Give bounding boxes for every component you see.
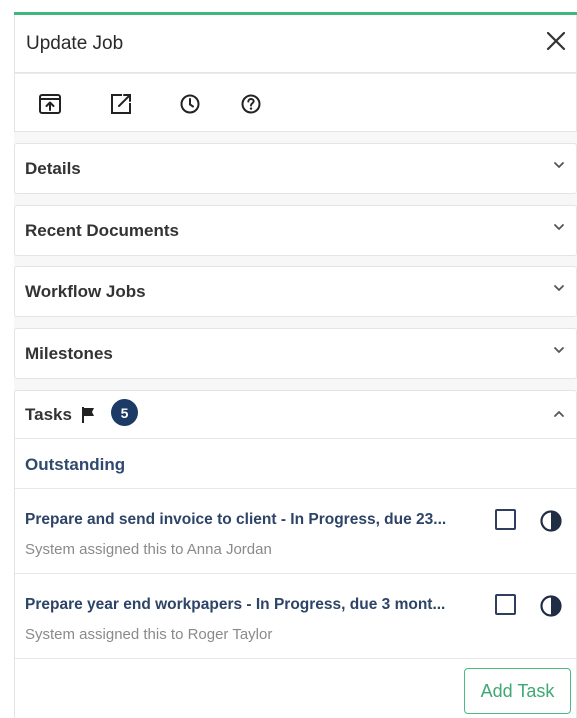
- section-label: Tasks: [25, 405, 72, 424]
- tasks-count-badge: 5: [111, 399, 138, 426]
- help-icon[interactable]: [238, 91, 264, 117]
- section-workflow-jobs[interactable]: Workflow Jobs: [14, 266, 577, 317]
- section-recent-documents[interactable]: Recent Documents: [14, 205, 577, 256]
- close-icon[interactable]: [544, 29, 568, 53]
- task-complete-checkbox[interactable]: [495, 594, 516, 615]
- upload-icon[interactable]: [37, 91, 63, 117]
- half-circle-status-icon[interactable]: [539, 594, 563, 618]
- update-job-panel: Update Job Details Recent Documents Work…: [14, 12, 577, 718]
- task-item[interactable]: Prepare year end workpapers - In Progres…: [15, 574, 576, 659]
- clock-icon[interactable]: [177, 91, 203, 117]
- panel-title: Update Job: [26, 33, 124, 54]
- add-task-button[interactable]: Add Task: [464, 668, 571, 714]
- section-label: Recent Documents: [25, 221, 179, 240]
- task-assignee: System assigned this to Roger Taylor: [25, 626, 273, 643]
- task-title[interactable]: Prepare and send invoice to client - In …: [25, 511, 483, 529]
- section-tasks: Tasks 5 Outstanding Prepare and send inv…: [14, 390, 577, 718]
- chevron-down-icon[interactable]: [552, 158, 566, 172]
- section-label: Workflow Jobs: [25, 282, 146, 301]
- chevron-down-icon[interactable]: [552, 220, 566, 234]
- open-external-icon[interactable]: [108, 91, 134, 117]
- chevron-down-icon[interactable]: [552, 281, 566, 295]
- task-complete-checkbox[interactable]: [495, 509, 516, 530]
- chevron-down-icon[interactable]: [552, 343, 566, 357]
- outstanding-group-header: Outstanding: [15, 439, 576, 489]
- section-label: Milestones: [25, 344, 113, 363]
- section-milestones[interactable]: Milestones: [14, 328, 577, 379]
- chevron-up-icon[interactable]: [552, 407, 566, 421]
- section-label: Details: [25, 159, 81, 178]
- half-circle-status-icon[interactable]: [539, 509, 563, 533]
- tasks-header[interactable]: Tasks 5: [15, 391, 576, 439]
- section-details[interactable]: Details: [14, 143, 577, 194]
- task-item[interactable]: Prepare and send invoice to client - In …: [15, 489, 576, 574]
- task-title[interactable]: Prepare year end workpapers - In Progres…: [25, 596, 483, 614]
- panel-toolbar: [14, 73, 577, 132]
- flag-icon: [81, 406, 97, 424]
- panel-header: Update Job: [14, 15, 577, 73]
- outstanding-label: Outstanding: [25, 455, 126, 474]
- task-assignee: System assigned this to Anna Jordan: [25, 541, 272, 558]
